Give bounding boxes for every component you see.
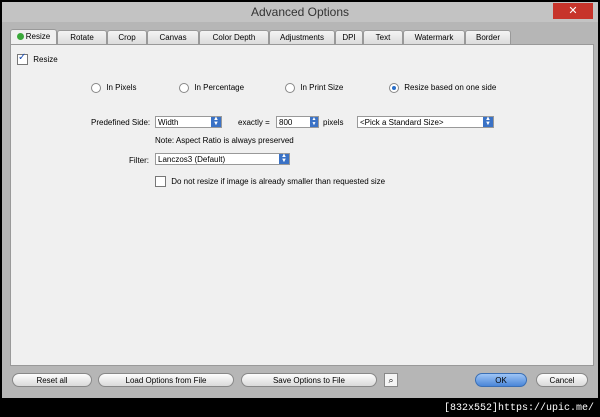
no-upscale-row[interactable]: Do not resize if image is already smalle… xyxy=(155,176,385,187)
preview-icon[interactable]: ⌕ xyxy=(384,373,398,387)
resize-panel: Resize In Pixels In Percentage In Print … xyxy=(10,44,594,366)
title-bar: Advanced Options ✕ xyxy=(2,2,598,22)
tab-text[interactable]: Text xyxy=(363,30,403,44)
tab-rotate[interactable]: Rotate xyxy=(57,30,107,44)
window-title: Advanced Options xyxy=(250,5,350,19)
dropdown-arrow-icon: ▲ ▼ xyxy=(211,116,221,127)
tab-watermark[interactable]: Watermark xyxy=(403,30,465,44)
exactly-value-input[interactable]: 800 ▲ ▼ xyxy=(276,116,319,128)
tab-resize[interactable]: Resize xyxy=(10,29,57,44)
tab-canvas[interactable]: Canvas xyxy=(147,30,199,44)
dropdown-arrow-icon: ▲ ▼ xyxy=(483,116,493,127)
radio-in-percentage[interactable] xyxy=(179,83,189,93)
watermark-text: [832x552]https://upic.me/ xyxy=(443,403,594,414)
no-upscale-label: Do not resize if image is already smalle… xyxy=(171,176,386,186)
advanced-options-window: Advanced Options ✕ Resize Rotate Crop Ca… xyxy=(2,2,598,398)
no-upscale-checkbox[interactable] xyxy=(155,176,166,187)
tab-dpi[interactable]: DPI xyxy=(335,30,363,44)
aspect-ratio-note: Note: Aspect Ratio is always preserved xyxy=(155,136,294,145)
resize-checkbox[interactable] xyxy=(17,52,28,65)
dropdown-arrow-icon: ▲ ▼ xyxy=(279,153,289,164)
mode-in-pixels[interactable]: In Pixels xyxy=(91,83,136,93)
radio-in-pixels[interactable] xyxy=(91,83,101,93)
tab-crop[interactable]: Crop xyxy=(107,30,147,44)
resize-enable-row[interactable]: Resize xyxy=(17,52,58,65)
mode-one-side[interactable]: Resize based on one side xyxy=(389,83,496,93)
tab-border[interactable]: Border xyxy=(465,30,511,44)
reset-all-button[interactable]: Reset all xyxy=(12,373,92,387)
active-status-icon xyxy=(16,33,24,40)
save-options-button[interactable]: Save Options to File xyxy=(241,373,377,387)
mode-in-percentage[interactable]: In Percentage xyxy=(179,83,244,93)
tab-adjustments[interactable]: Adjustments xyxy=(269,30,335,44)
mode-in-print-size[interactable]: In Print Size xyxy=(285,83,343,93)
filter-select[interactable]: Lanczos3 (Default) ▲ ▼ xyxy=(155,153,290,165)
tab-color-depth[interactable]: Color Depth xyxy=(199,30,269,44)
predefined-side-select[interactable]: Width ▲ ▼ xyxy=(155,116,222,128)
load-options-button[interactable]: Load Options from File xyxy=(98,373,234,387)
pixels-label: pixels xyxy=(323,118,344,127)
close-button[interactable]: ✕ xyxy=(553,3,593,19)
radio-in-print-size[interactable] xyxy=(285,83,295,93)
standard-size-select[interactable]: <Pick a Standard Size> ▲ ▼ xyxy=(357,116,494,128)
ok-button[interactable]: OK xyxy=(475,373,527,387)
footer-bar: [832x552]https://upic.me/ xyxy=(0,399,600,417)
cancel-button[interactable]: Cancel xyxy=(536,373,588,387)
exactly-label: exactly = xyxy=(238,118,270,127)
filter-label: Filter: xyxy=(129,156,149,165)
resize-checkbox-label: Resize xyxy=(33,54,58,64)
spinner-arrow-icon[interactable]: ▲ ▼ xyxy=(310,117,318,127)
radio-one-side[interactable] xyxy=(389,83,399,93)
predefined-side-label: Predefined Side: xyxy=(91,118,151,127)
